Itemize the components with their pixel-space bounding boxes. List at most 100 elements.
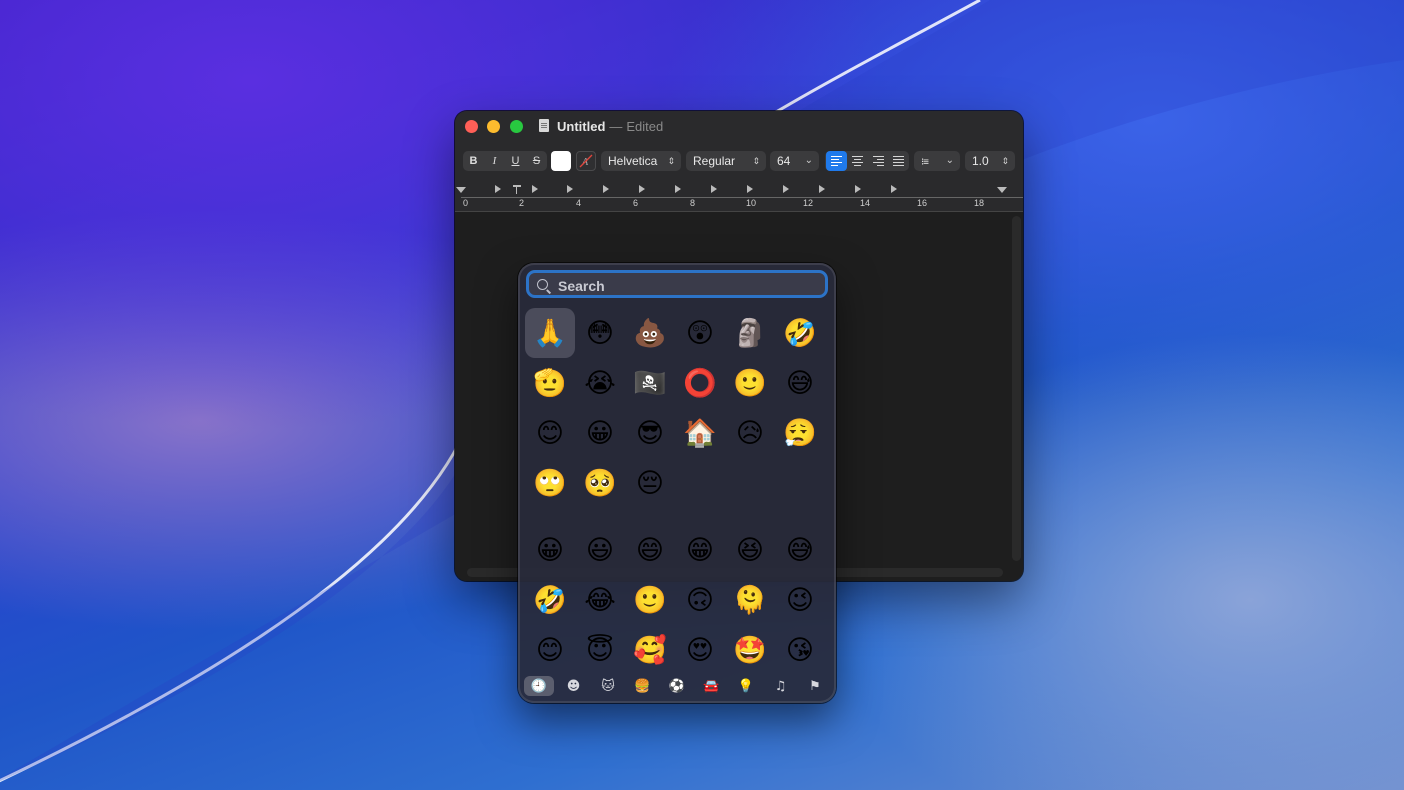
tab-stop-marker[interactable] bbox=[711, 185, 717, 193]
font-style-value: Regular bbox=[693, 154, 736, 168]
emoji-item[interactable]: 🫡 bbox=[525, 358, 575, 408]
align-center-button[interactable] bbox=[847, 151, 868, 171]
smileys-icon[interactable]: ☻ bbox=[559, 676, 589, 696]
emoji-item[interactable]: 🫠 bbox=[725, 575, 775, 625]
emoji-item[interactable]: 🤣 bbox=[775, 308, 825, 358]
tab-stop-marker[interactable] bbox=[532, 185, 538, 193]
emoji-item[interactable]: 🏠 bbox=[675, 408, 725, 458]
recent-icon[interactable]: 🕘 bbox=[524, 676, 554, 696]
close-button[interactable] bbox=[465, 120, 478, 133]
emoji-item[interactable]: 😇 bbox=[575, 625, 625, 675]
tab-stop-marker[interactable] bbox=[783, 185, 789, 193]
italic-button[interactable]: I bbox=[484, 155, 505, 167]
tab-stop-marker[interactable] bbox=[603, 185, 609, 193]
underline-button[interactable]: U bbox=[505, 155, 526, 167]
emoji-item[interactable]: 😔 bbox=[625, 458, 675, 508]
travel-icon[interactable]: 🚘 bbox=[697, 676, 727, 696]
tab-stop-marker[interactable] bbox=[819, 185, 825, 193]
minimize-button[interactable] bbox=[487, 120, 500, 133]
highlight-color-well[interactable]: A bbox=[576, 151, 596, 171]
emoji-item[interactable]: 😮‍💨 bbox=[775, 408, 825, 458]
list-style-popup[interactable]: ⁝≡ ⌄ bbox=[914, 151, 960, 171]
emoji-item[interactable]: 😄 bbox=[625, 525, 675, 575]
symbols-icon[interactable]: ♫ bbox=[766, 676, 796, 696]
font-family-popup[interactable]: Helvetica ⇕ bbox=[601, 151, 681, 171]
emoji-item[interactable]: 🥺 bbox=[575, 458, 625, 508]
emoji-item[interactable]: 🙂 bbox=[725, 358, 775, 408]
emoji-item[interactable]: 🙄 bbox=[525, 458, 575, 508]
emoji-item[interactable]: 😅 bbox=[775, 525, 825, 575]
align-right-button[interactable] bbox=[868, 151, 889, 171]
emoji-item[interactable]: 😳 bbox=[575, 308, 625, 358]
recent-emoji-grid: 🙏 😳 💩 😲 🗿 🤣 🫡 😭 🏴‍☠️ ⭕ 🙂 😅 😊 😀 😎 🏠 😥 😮‍💨 🙄 🥺 😔 bbox=[525, 308, 831, 508]
emoji-item[interactable]: 😀 bbox=[525, 525, 575, 575]
animals-icon[interactable]: 🐱 bbox=[593, 676, 623, 696]
tab-stop-marker[interactable] bbox=[567, 185, 573, 193]
emoji-search-field[interactable] bbox=[526, 270, 828, 298]
activity-icon[interactable]: ⚽ bbox=[662, 676, 692, 696]
edited-status: Edited bbox=[626, 119, 664, 134]
ruler-number: 8 bbox=[690, 198, 696, 208]
tab-stop-marker[interactable] bbox=[891, 185, 897, 193]
line-spacing-popup[interactable]: 1.0 ⇕ bbox=[965, 151, 1015, 171]
emoji-item[interactable]: ⭕ bbox=[675, 358, 725, 408]
emoji-item[interactable]: 😉 bbox=[775, 575, 825, 625]
emoji-item[interactable]: 😘 bbox=[775, 625, 825, 675]
window-title: Untitled — Edited bbox=[557, 119, 663, 134]
alignment-segment bbox=[825, 151, 909, 171]
emoji-item[interactable]: 🥰 bbox=[625, 625, 675, 675]
left-indent-marker[interactable] bbox=[456, 187, 466, 193]
ruler[interactable]: 0 2 4 6 8 10 12 14 16 18 bbox=[455, 183, 1023, 212]
emoji-search-input[interactable] bbox=[556, 275, 820, 297]
emoji-item[interactable]: 😅 bbox=[775, 358, 825, 408]
tab-stop-marker[interactable] bbox=[855, 185, 861, 193]
emoji-item[interactable]: 🏴‍☠️ bbox=[625, 358, 675, 408]
right-indent-marker[interactable] bbox=[997, 187, 1007, 193]
line-spacing-value: 1.0 bbox=[972, 154, 989, 168]
tab-stop-marker[interactable] bbox=[495, 185, 501, 193]
emoji-item[interactable]: 😆 bbox=[725, 525, 775, 575]
emoji-item[interactable]: 😭 bbox=[575, 358, 625, 408]
align-left-button[interactable] bbox=[826, 151, 847, 171]
vertical-scrollbar[interactable] bbox=[1012, 216, 1021, 561]
emoji-item[interactable]: 😊 bbox=[525, 408, 575, 458]
chevron-down-icon: ⌄ bbox=[945, 155, 954, 166]
emoji-item[interactable]: 😍 bbox=[675, 625, 725, 675]
emoji-item[interactable]: 🤣 bbox=[525, 575, 575, 625]
emoji-item[interactable]: 🙂 bbox=[625, 575, 675, 625]
objects-icon[interactable]: 💡 bbox=[731, 676, 761, 696]
ruler-number: 2 bbox=[519, 198, 525, 208]
emoji-item[interactable]: 😲 bbox=[675, 308, 725, 358]
emoji-item[interactable]: 🙏 bbox=[525, 308, 575, 358]
strikethrough-button[interactable]: S bbox=[526, 155, 547, 167]
flags-icon[interactable]: ⚑ bbox=[800, 676, 830, 696]
updown-chevron-icon: ⇕ bbox=[1001, 156, 1009, 166]
first-line-indent-marker[interactable] bbox=[513, 185, 521, 187]
emoji-item[interactable]: 😃 bbox=[575, 525, 625, 575]
document-name: Untitled bbox=[557, 119, 606, 134]
emoji-item[interactable]: 😁 bbox=[675, 525, 725, 575]
font-style-popup[interactable]: Regular ⇕ bbox=[686, 151, 766, 171]
justify-button[interactable] bbox=[888, 151, 909, 171]
food-icon[interactable]: 🍔 bbox=[628, 676, 658, 696]
category-bar: 🕘 ☻ 🐱 🍔 ⚽ 🚘 💡 ♫ ⚑ bbox=[524, 675, 830, 697]
font-size-combo[interactable]: 64 ⌄ bbox=[770, 151, 819, 171]
emoji-item[interactable]: 😊 bbox=[525, 625, 575, 675]
ruler-number: 10 bbox=[746, 198, 757, 208]
emoji-item[interactable]: 💩 bbox=[625, 308, 675, 358]
tab-stop-marker[interactable] bbox=[639, 185, 645, 193]
emoji-item[interactable]: 😂 bbox=[575, 575, 625, 625]
font-family-value: Helvetica bbox=[608, 154, 658, 168]
bold-button[interactable]: B bbox=[463, 155, 484, 167]
zoom-button[interactable] bbox=[510, 120, 523, 133]
emoji-item[interactable]: 😀 bbox=[575, 408, 625, 458]
emoji-item[interactable]: 😎 bbox=[625, 408, 675, 458]
emoji-item[interactable]: 🤩 bbox=[725, 625, 775, 675]
emoji-item[interactable]: 😥 bbox=[725, 408, 775, 458]
tab-stop-marker[interactable] bbox=[747, 185, 753, 193]
text-color-well[interactable] bbox=[551, 151, 571, 171]
emoji-item[interactable]: 🗿 bbox=[725, 308, 775, 358]
ruler-baseline bbox=[461, 197, 1023, 198]
tab-stop-marker[interactable] bbox=[675, 185, 681, 193]
emoji-item[interactable]: 🙃 bbox=[675, 575, 725, 625]
